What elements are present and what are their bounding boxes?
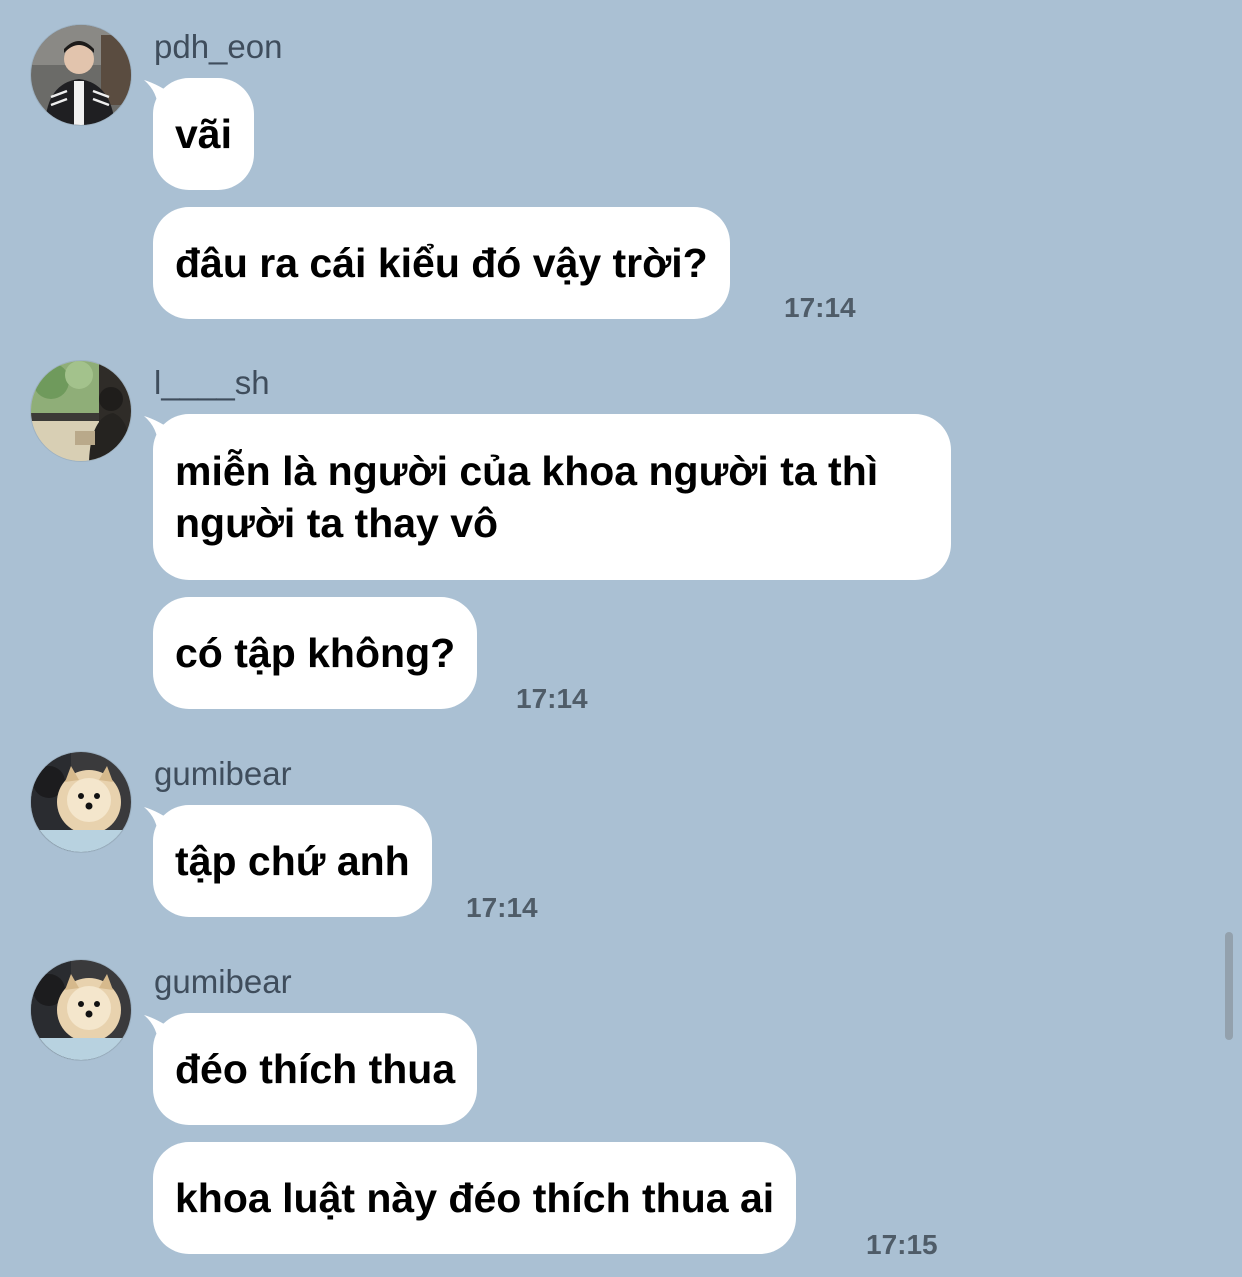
message-timestamp: 17:15 bbox=[866, 1229, 938, 1260]
profile-photo-icon bbox=[31, 25, 131, 125]
profile-photo-icon bbox=[31, 361, 131, 461]
avatar[interactable] bbox=[30, 360, 132, 462]
profile-photo-icon bbox=[31, 960, 131, 1060]
message-bubble[interactable]: khoa luật này đéo thích thua ai bbox=[153, 1142, 797, 1254]
scrollbar-thumb[interactable] bbox=[1225, 932, 1233, 1040]
avatar[interactable] bbox=[30, 751, 132, 853]
avatar[interactable] bbox=[30, 959, 132, 1061]
message-timestamp: 17:14 bbox=[466, 892, 538, 923]
message-bubble[interactable]: đâu ra cái kiểu đó vậy trời? bbox=[153, 207, 730, 319]
message-bubble[interactable]: có tập không? bbox=[153, 597, 478, 709]
message-timestamp: 17:14 bbox=[784, 292, 856, 323]
sender-name[interactable]: gumibear bbox=[154, 965, 292, 998]
message-bubble[interactable]: vãi bbox=[153, 78, 254, 190]
avatar[interactable] bbox=[30, 24, 132, 126]
message-bubble[interactable]: miễn là người của khoa người ta thì ngườ… bbox=[153, 414, 951, 580]
sender-name[interactable]: l____sh bbox=[154, 366, 270, 399]
sender-name[interactable]: pdh_eon bbox=[154, 30, 282, 63]
message-bubble[interactable]: tập chứ anh bbox=[153, 805, 432, 917]
profile-photo-icon bbox=[31, 752, 131, 852]
sender-name[interactable]: gumibear bbox=[154, 757, 292, 790]
message-bubble[interactable]: đéo thích thua bbox=[153, 1013, 478, 1125]
message-timestamp: 17:14 bbox=[516, 683, 588, 714]
